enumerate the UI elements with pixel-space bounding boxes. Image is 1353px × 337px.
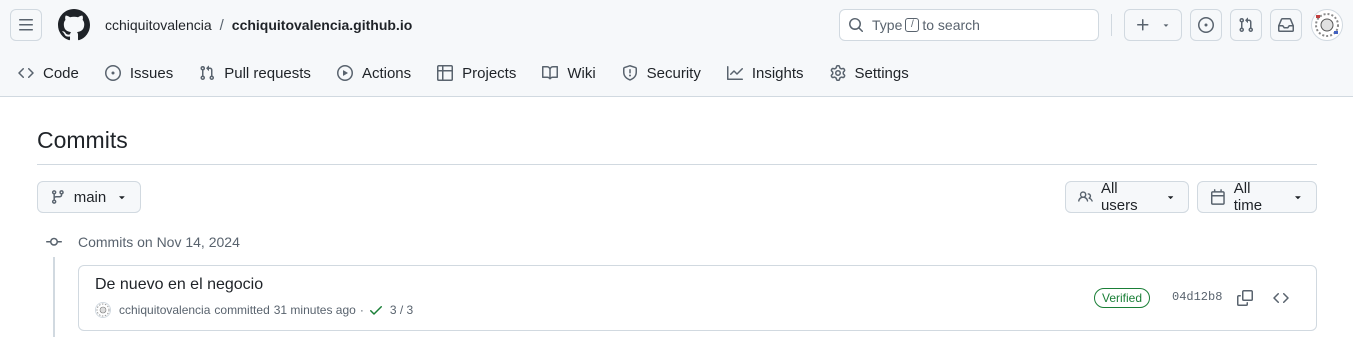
hamburger-icon: [19, 19, 33, 31]
create-new-button[interactable]: [1124, 9, 1182, 41]
user-avatar[interactable]: [1311, 9, 1343, 41]
commit-group-date: Commits on Nov 14, 2024: [78, 234, 240, 250]
notifications-button[interactable]: [1270, 9, 1302, 41]
search-input[interactable]: Type / to search: [839, 9, 1099, 41]
commit-sha-link[interactable]: 04d12b8: [1172, 290, 1222, 304]
triangle-down-icon: [1167, 196, 1173, 200]
tab-code[interactable]: Code: [18, 57, 79, 89]
commit-group-header: Commits on Nov 14, 2024: [37, 231, 1317, 253]
git-pull-request-icon: [200, 65, 215, 81]
issue-opened-icon: [104, 65, 121, 81]
main-content: Commits main All users All time Commits …: [0, 124, 1353, 337]
search-shortcut-key: /: [905, 18, 920, 32]
tab-settings-label: Settings: [854, 64, 909, 82]
search-prefix: Type: [872, 17, 903, 33]
tab-issues-label: Issues: [129, 64, 174, 82]
tab-actions-label: Actions: [361, 64, 412, 82]
copy-icon[interactable]: [1237, 290, 1253, 309]
search-suffix: to search: [922, 17, 980, 33]
commit-meta: cchiquitovalencia committed 31 minutes a…: [95, 302, 413, 318]
git-branch-icon: [51, 190, 64, 204]
github-logo-icon[interactable]: [58, 9, 90, 41]
breadcrumb-separator: /: [219, 16, 224, 34]
users-filter-label: All users: [1100, 180, 1138, 214]
top-bar: cchiquitovalencia / cchiquitovalencia.gi…: [0, 0, 1353, 50]
calendar-icon: [1210, 189, 1225, 205]
plus-icon: [1137, 19, 1149, 31]
verified-badge[interactable]: Verified: [1094, 288, 1151, 308]
commit-author-link[interactable]: cchiquitovalencia: [119, 303, 210, 317]
tab-actions[interactable]: Actions: [336, 57, 412, 89]
check-status-count[interactable]: 3 / 3: [390, 303, 413, 317]
branch-select-button[interactable]: main: [37, 181, 141, 213]
search-icon: [848, 17, 864, 33]
commit-time: 31 minutes ago: [273, 303, 356, 317]
commit-action: committed: [214, 303, 270, 317]
your-pull-requests-button[interactable]: [1230, 9, 1262, 41]
tab-wiki-label: Wiki: [567, 64, 596, 82]
code-icon: [18, 67, 34, 79]
breadcrumb-owner[interactable]: cchiquitovalencia: [105, 17, 212, 33]
shield-icon: [622, 65, 637, 81]
your-issues-button[interactable]: [1190, 9, 1222, 41]
time-filter-button[interactable]: All time: [1197, 180, 1317, 214]
book-icon: [542, 65, 559, 80]
title-divider: [37, 164, 1317, 165]
triangle-down-icon: [1163, 24, 1169, 27]
issue-opened-icon: [1198, 17, 1214, 33]
filter-row: main All users All time: [37, 180, 1317, 214]
triangle-down-icon: [1295, 196, 1301, 200]
tab-issues[interactable]: Issues: [104, 57, 174, 89]
tab-insights[interactable]: Insights: [726, 57, 804, 89]
breadcrumb-repo[interactable]: cchiquitovalencia.github.io: [232, 17, 412, 33]
triangle-down-icon: [119, 196, 125, 200]
play-icon: [336, 65, 353, 81]
tab-security[interactable]: Security: [622, 57, 701, 89]
git-pull-request-icon: [1239, 17, 1254, 33]
tab-wiki[interactable]: Wiki: [542, 57, 596, 89]
page-title: Commits: [37, 127, 128, 153]
table-icon: [437, 65, 454, 81]
git-commit-icon: [37, 234, 71, 250]
time-filter-label: All time: [1233, 180, 1263, 214]
tab-security-label: Security: [646, 64, 701, 82]
meta-separator: ·: [359, 303, 364, 317]
menu-button[interactable]: [10, 9, 42, 41]
gear-icon: [830, 65, 845, 81]
author-avatar[interactable]: [95, 302, 111, 318]
repo-nav: Code Issues Pull requests Actions Projec…: [0, 50, 1353, 96]
tab-pull-requests-label: Pull requests: [224, 64, 311, 82]
tab-code-label: Code: [43, 64, 79, 82]
graph-icon: [726, 66, 743, 80]
tab-settings[interactable]: Settings: [830, 57, 909, 89]
tab-projects-label: Projects: [462, 64, 517, 82]
commit-list-item: De nuevo en el negocio cchiquitovalencia…: [78, 265, 1317, 331]
app-header: cchiquitovalencia / cchiquitovalencia.gi…: [0, 0, 1353, 97]
people-icon: [1078, 191, 1093, 202]
tab-insights-label: Insights: [751, 64, 804, 82]
tab-projects[interactable]: Projects: [437, 57, 516, 89]
users-filter-button[interactable]: All users: [1065, 180, 1189, 214]
inbox-icon: [1278, 18, 1294, 32]
commit-group: Commits on Nov 14, 2024 De nuevo en el n…: [37, 231, 1317, 337]
toolbar-divider: [1111, 14, 1112, 36]
check-icon[interactable]: [368, 302, 384, 318]
browse-repo-code-icon[interactable]: [1273, 290, 1289, 309]
commit-message-link[interactable]: De nuevo en el negocio: [95, 276, 263, 294]
timeline-line: [53, 257, 55, 337]
branch-label: main: [73, 188, 107, 206]
tab-pull-requests[interactable]: Pull requests: [199, 57, 311, 89]
